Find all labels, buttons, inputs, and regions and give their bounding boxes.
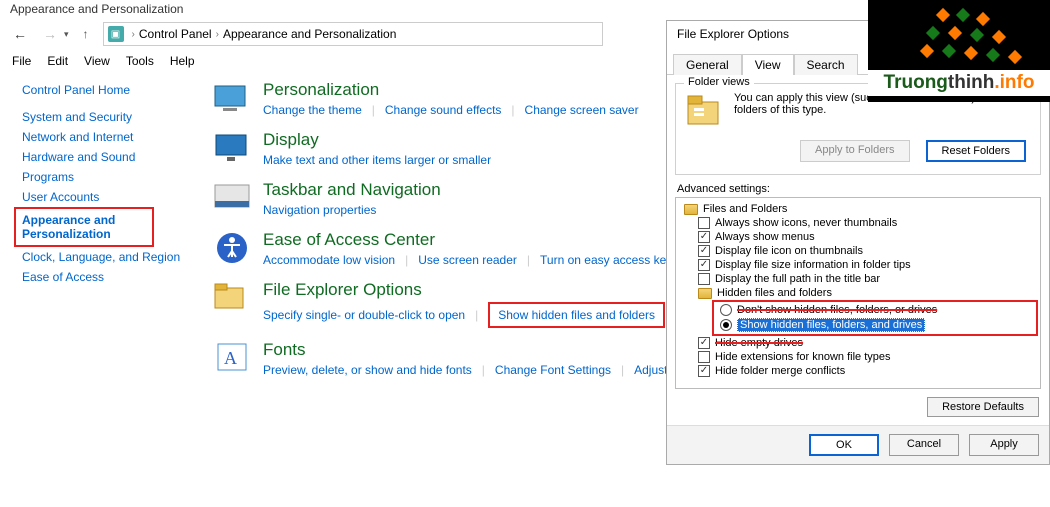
fonts-icon: A bbox=[211, 340, 253, 376]
sidebar-home[interactable]: Control Panel Home bbox=[22, 80, 205, 107]
checkbox-icon[interactable]: ✓ bbox=[698, 231, 710, 243]
restore-defaults-button[interactable]: Restore Defaults bbox=[927, 397, 1039, 417]
display-icon bbox=[211, 130, 253, 166]
folder-views-icon bbox=[684, 92, 724, 132]
category-title[interactable]: Display bbox=[263, 130, 491, 150]
menu-file[interactable]: File bbox=[12, 54, 31, 68]
highlighted-options-box: Don't show hidden files, folders, or dri… bbox=[712, 300, 1038, 336]
advanced-settings-tree[interactable]: Files and Folders Always show icons, nev… bbox=[675, 197, 1041, 389]
dialog-footer: OK Cancel Apply bbox=[667, 425, 1049, 464]
tree-radio-item[interactable]: Don't show hidden files, folders, or dri… bbox=[716, 303, 1034, 317]
checkbox-icon[interactable]: ✓ bbox=[698, 259, 710, 271]
category-title[interactable]: Personalization bbox=[263, 80, 639, 100]
sub-link[interactable]: Specify single- or double-click to open bbox=[263, 307, 465, 323]
sidebar-current-label: Appearance and bbox=[22, 213, 146, 227]
category-title[interactable]: Taskbar and Navigation bbox=[263, 180, 441, 200]
svg-text:A: A bbox=[224, 348, 237, 368]
logo-graphic bbox=[868, 0, 1050, 70]
category-title[interactable]: Ease of Access Center bbox=[263, 230, 678, 250]
sidebar-current[interactable]: Appearance and Personalization bbox=[14, 207, 154, 247]
control-panel-icon: ▣ bbox=[108, 26, 124, 42]
tree-item[interactable]: ✓Display file size information in folder… bbox=[678, 258, 1038, 272]
sidebar-item[interactable]: Ease of Access bbox=[22, 267, 205, 287]
tab-search[interactable]: Search bbox=[794, 54, 858, 75]
sidebar-item[interactable]: Hardware and Sound bbox=[22, 147, 205, 167]
sub-link[interactable]: Change Font Settings bbox=[495, 362, 611, 378]
category-title[interactable]: Fonts bbox=[263, 340, 679, 360]
sidebar-item[interactable]: Clock, Language, and Region bbox=[22, 247, 205, 267]
sub-link[interactable]: Use screen reader bbox=[418, 252, 517, 268]
cancel-button[interactable]: Cancel bbox=[889, 434, 959, 456]
tree-item[interactable]: ✓Display file icon on thumbnails bbox=[678, 244, 1038, 258]
tree-group: Files and Folders bbox=[678, 202, 1038, 216]
up-button[interactable]: ↑ bbox=[75, 27, 97, 41]
chevron-right-icon: › bbox=[128, 29, 139, 40]
checkbox-icon[interactable]: ✓ bbox=[698, 245, 710, 257]
highlighted-link-box: Show hidden files and folders bbox=[488, 302, 665, 328]
checkbox-icon[interactable]: ✓ bbox=[698, 337, 710, 349]
ok-button[interactable]: OK bbox=[809, 434, 879, 456]
category-title[interactable]: File Explorer Options bbox=[263, 280, 665, 300]
menu-tools[interactable]: Tools bbox=[126, 54, 154, 68]
radio-icon[interactable] bbox=[720, 304, 732, 316]
sidebar-item[interactable]: System and Security bbox=[22, 107, 205, 127]
sub-link[interactable]: Accommodate low vision bbox=[263, 252, 395, 268]
checkbox-icon[interactable]: ✓ bbox=[698, 365, 710, 377]
tree-item[interactable]: ✓Hide empty drives bbox=[678, 336, 1038, 350]
forward-button: → bbox=[38, 22, 62, 46]
group-title: Folder views bbox=[684, 76, 754, 88]
tree-item[interactable]: ✓Hide folder merge conflicts bbox=[678, 364, 1038, 378]
chevron-right-icon: › bbox=[212, 29, 223, 40]
advanced-settings-label: Advanced settings: bbox=[677, 183, 1039, 195]
sub-link[interactable]: Change screen saver bbox=[525, 102, 639, 118]
sidebar: Control Panel Home System and Security N… bbox=[0, 80, 205, 390]
menu-edit[interactable]: Edit bbox=[47, 54, 68, 68]
file-explorer-options-icon bbox=[211, 280, 253, 316]
tree-group: Hidden files and folders bbox=[678, 286, 1038, 300]
reset-folders-button[interactable]: Reset Folders bbox=[926, 140, 1026, 162]
checkbox-icon[interactable] bbox=[698, 351, 710, 363]
watermark-logo: Truongthinh.info bbox=[868, 0, 1050, 102]
sub-link[interactable]: Turn on easy access keys bbox=[540, 252, 678, 268]
tree-item[interactable]: Hide extensions for known file types bbox=[678, 350, 1038, 364]
sidebar-current-label: Personalization bbox=[22, 227, 146, 241]
checkbox-icon[interactable] bbox=[698, 217, 710, 229]
menu-help[interactable]: Help bbox=[170, 54, 195, 68]
tree-item[interactable]: ✓Always show menus bbox=[678, 230, 1038, 244]
menu-view[interactable]: View bbox=[84, 54, 110, 68]
folder-icon bbox=[698, 288, 712, 299]
tree-item[interactable]: Display the full path in the title bar bbox=[678, 272, 1038, 286]
sub-link[interactable]: Make text and other items larger or smal… bbox=[263, 152, 491, 168]
show-hidden-files-link[interactable]: Show hidden files and folders bbox=[498, 307, 655, 323]
sidebar-item[interactable]: User Accounts bbox=[22, 187, 205, 207]
tab-view[interactable]: View bbox=[742, 54, 794, 75]
sub-link[interactable]: Navigation properties bbox=[263, 202, 376, 218]
sub-link[interactable]: Change sound effects bbox=[385, 102, 502, 118]
tree-radio-item-selected[interactable]: Show hidden files, folders, and drives bbox=[716, 317, 1034, 333]
tab-general[interactable]: General bbox=[673, 54, 742, 75]
ease-of-access-icon bbox=[211, 230, 253, 266]
folder-icon bbox=[684, 204, 698, 215]
tree-item[interactable]: Always show icons, never thumbnails bbox=[678, 216, 1038, 230]
checkbox-icon[interactable] bbox=[698, 273, 710, 285]
apply-to-folders-button: Apply to Folders bbox=[800, 140, 909, 162]
back-button[interactable]: ← bbox=[8, 22, 32, 46]
breadcrumb-current[interactable]: Appearance and Personalization bbox=[223, 27, 396, 41]
sub-link[interactable]: Preview, delete, or show and hide fonts bbox=[263, 362, 472, 378]
apply-button[interactable]: Apply bbox=[969, 434, 1039, 456]
breadcrumb-root[interactable]: Control Panel bbox=[139, 27, 212, 41]
sidebar-item[interactable]: Network and Internet bbox=[22, 127, 205, 147]
taskbar-icon bbox=[211, 180, 253, 216]
history-dropdown-icon[interactable]: ▾ bbox=[64, 29, 69, 40]
logo-text: Truongthinh.info bbox=[868, 70, 1050, 96]
sub-link[interactable]: Change the theme bbox=[263, 102, 362, 118]
radio-icon[interactable] bbox=[720, 319, 732, 331]
address-bar[interactable]: ▣ › Control Panel › Appearance and Perso… bbox=[103, 22, 603, 46]
sidebar-item[interactable]: Programs bbox=[22, 167, 205, 187]
personalization-icon bbox=[211, 80, 253, 116]
